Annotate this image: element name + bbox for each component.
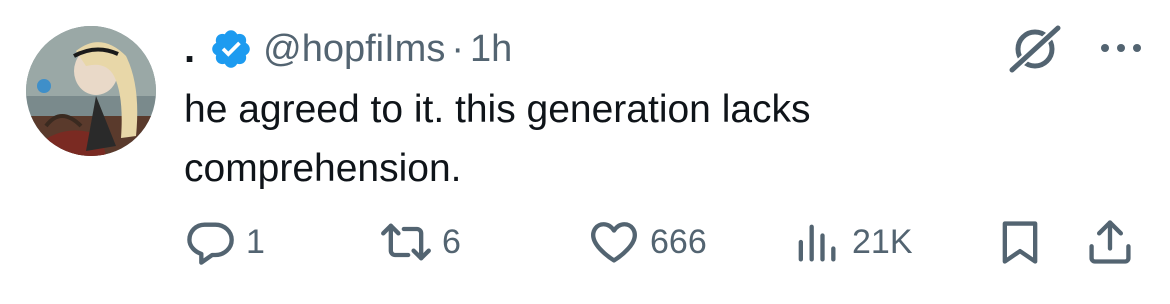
tweet-text-line-2: comprehension. (184, 147, 462, 190)
avatar[interactable] (26, 26, 156, 156)
retweet-icon (380, 216, 432, 268)
tweet-text-line-1: he agreed to it. this generation lacks (184, 88, 811, 131)
display-name[interactable]: . (184, 29, 195, 69)
views-button[interactable]: 21K (790, 214, 913, 270)
retweet-button[interactable]: 6 (380, 214, 461, 270)
tweet-header: . @hopfiIms · 1h (184, 20, 512, 78)
more-icon[interactable] (1098, 30, 1144, 66)
reply-count: 1 (246, 222, 265, 261)
timestamp[interactable]: 1h (470, 30, 512, 68)
tweet-text: he agreed to it. this generation lacks c… (184, 80, 1084, 198)
grok-icon[interactable] (1004, 24, 1066, 74)
heart-icon (588, 216, 640, 268)
tweet-card[interactable]: . @hopfiIms · 1h he agreed to it. this g… (0, 0, 1170, 304)
views-icon (790, 216, 842, 268)
like-count: 666 (650, 222, 707, 261)
reply-button[interactable]: 1 (184, 214, 265, 270)
share-button[interactable] (1084, 214, 1136, 270)
bookmark-button[interactable] (994, 214, 1046, 270)
separator-dot: · (451, 28, 464, 70)
handle[interactable]: @hopfiIms (263, 30, 445, 68)
bookmark-icon (994, 216, 1046, 268)
like-button[interactable]: 666 (588, 214, 707, 270)
verified-badge-icon (209, 27, 253, 71)
reply-icon (184, 216, 236, 268)
share-icon (1084, 216, 1136, 268)
retweet-count: 6 (442, 222, 461, 261)
views-count: 21K (852, 222, 913, 261)
